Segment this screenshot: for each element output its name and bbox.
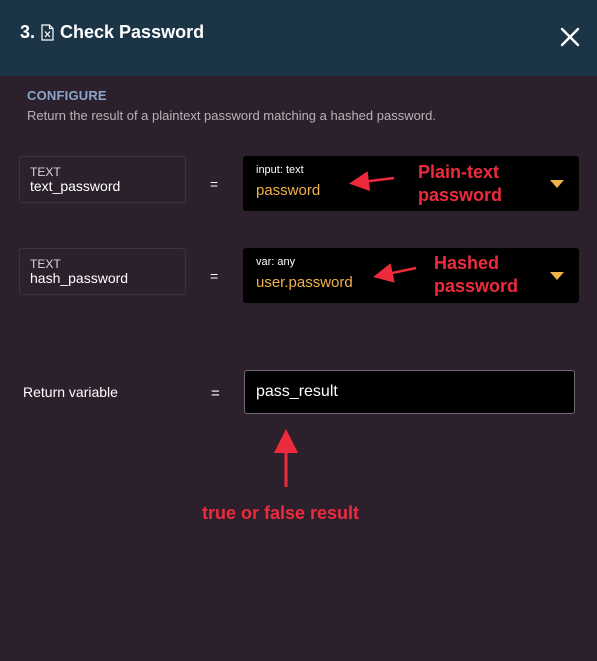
check-password-panel: 3. Check Password CONFIGURE Return the r… xyxy=(0,0,597,661)
annotation-arrows xyxy=(274,171,417,487)
arrow-to-user-password xyxy=(373,263,417,283)
arrow-to-password xyxy=(349,171,395,192)
